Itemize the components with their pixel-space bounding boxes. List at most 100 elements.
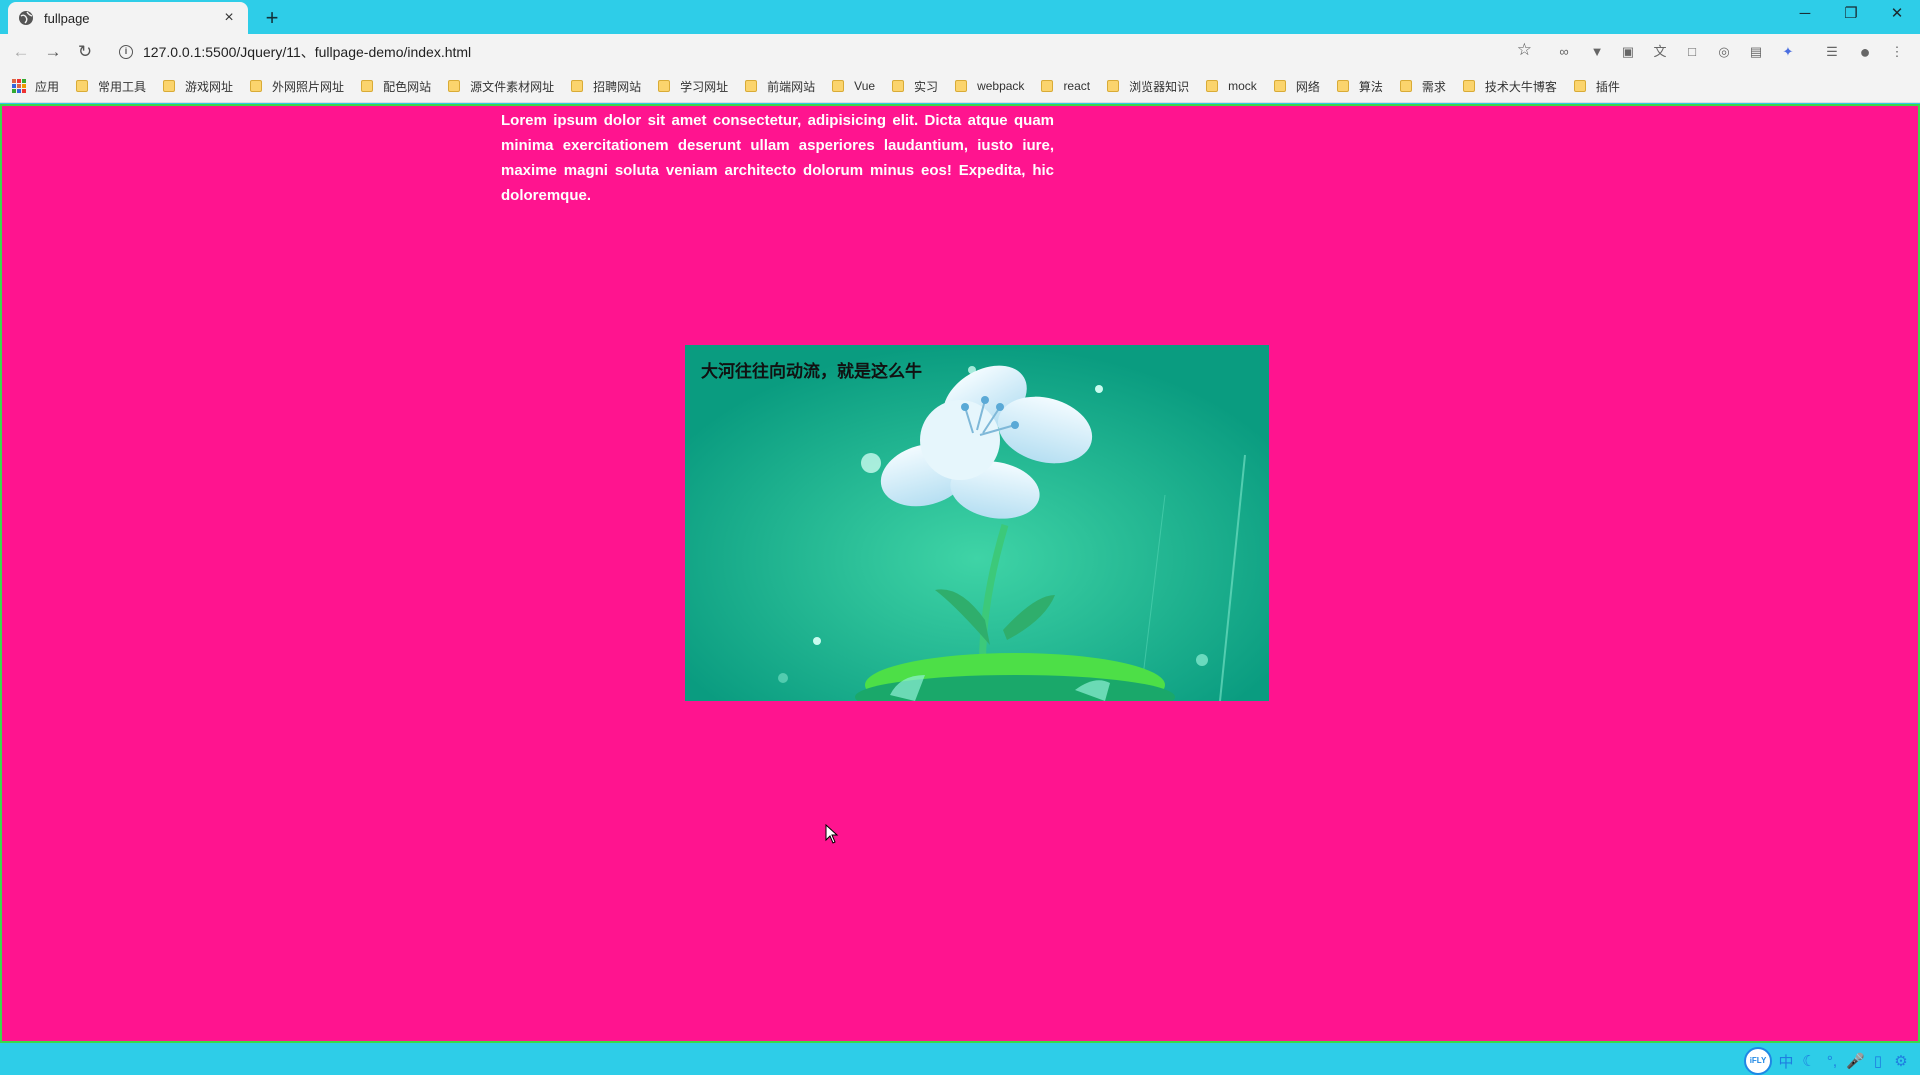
folder-icon	[448, 80, 461, 92]
folder-icon	[1206, 80, 1219, 92]
title-bar: fullpage × + ─ ❐ ✕	[0, 0, 1920, 34]
bookmark-label: 前端网站	[767, 79, 816, 94]
extension-icon-7[interactable]: ▤	[1747, 43, 1765, 61]
globe-icon	[19, 11, 33, 25]
extension-icon-3[interactable]: ▣	[1619, 43, 1637, 61]
restore-button[interactable]: ❐	[1828, 0, 1874, 30]
folder-icon	[571, 80, 584, 92]
folder-icon	[1573, 80, 1586, 92]
bookmark-folder[interactable]: react	[1041, 79, 1090, 93]
bookmark-label: Vue	[854, 79, 876, 93]
fullpage-section: Lorem ipsum dolor sit amet consectetur, …	[0, 104, 1920, 1075]
bookmark-folder[interactable]: webpack	[955, 79, 1024, 93]
bookmark-folder[interactable]: 浏览器知识	[1107, 78, 1189, 95]
minimize-button[interactable]: ─	[1782, 0, 1828, 30]
bookmark-apps[interactable]: 应用	[12, 78, 59, 95]
bookmark-label: 学习网址	[680, 79, 729, 94]
reload-button[interactable]: ↻	[73, 40, 97, 64]
extension-icon-8[interactable]: ✦	[1779, 43, 1797, 61]
folder-icon	[658, 80, 671, 92]
folder-icon	[745, 80, 758, 92]
forward-button[interactable]: →	[41, 40, 65, 64]
bookmark-folder[interactable]: 插件	[1573, 78, 1620, 95]
ime-chinese-toggle[interactable]: 中	[1777, 1051, 1795, 1072]
lorem-paragraph: Lorem ipsum dolor sit amet consectetur, …	[501, 112, 1054, 204]
bookmark-folder[interactable]: 游戏网址	[163, 78, 233, 95]
browser-toolbar: ← → ↻ i 127.0.0.1:5500/Jquery/11、fullpag…	[0, 34, 1920, 70]
apps-grid-icon	[12, 79, 26, 93]
bookmark-folder[interactable]: 网络	[1273, 78, 1320, 95]
bookmark-label: 插件	[1595, 79, 1620, 94]
back-button[interactable]: ←	[9, 40, 33, 64]
window-close-button[interactable]: ✕	[1874, 0, 1920, 30]
folder-icon	[955, 80, 968, 92]
bookmark-label: webpack	[977, 79, 1025, 93]
translate-icon[interactable]: 文	[1651, 43, 1669, 61]
bookmark-folder[interactable]: Vue	[832, 79, 875, 93]
bookmark-label: 招聘网站	[593, 79, 642, 94]
reading-list-icon[interactable]: ☰	[1823, 43, 1841, 61]
tab-close-icon[interactable]: ×	[220, 9, 238, 27]
bookmark-label: react	[1063, 79, 1091, 93]
folder-icon	[832, 80, 845, 92]
address-bar[interactable]: i 127.0.0.1:5500/Jquery/11、fullpage-demo…	[110, 38, 1540, 66]
keyboard-icon[interactable]: ▯	[1869, 1052, 1887, 1070]
tab-title: fullpage	[44, 10, 90, 26]
extension-icon-2[interactable]: ▼	[1588, 43, 1606, 61]
bookmark-label: 源文件素材网址	[470, 79, 555, 94]
bookmark-folder[interactable]: 外网照片网址	[250, 78, 344, 95]
bookmark-folder[interactable]: 配色网站	[361, 78, 431, 95]
bookmark-label: 网络	[1295, 79, 1320, 94]
folder-icon	[1336, 80, 1349, 92]
folder-icon	[163, 80, 176, 92]
extension-icon-5[interactable]: □	[1683, 43, 1701, 61]
punctuation-icon[interactable]: °,	[1823, 1053, 1841, 1070]
folder-icon	[250, 80, 263, 92]
folder-icon	[1107, 80, 1120, 92]
info-icon[interactable]: i	[119, 45, 133, 59]
ime-logo[interactable]: iFLY	[1744, 1047, 1772, 1075]
bookmark-folder[interactable]: mock	[1206, 79, 1257, 93]
bookmarks-bar: 应用 常用工具 游戏网址 外网照片网址 配色网站 源文件素材网址 招聘网站 学习…	[0, 70, 1920, 103]
bookmark-folder[interactable]: 招聘网站	[571, 78, 641, 95]
bookmark-label: 游戏网址	[185, 79, 234, 94]
ime-toolbar[interactable]: iFLY 中 ☾ °, 🎤 ▯ ⚙	[1744, 1047, 1918, 1075]
folder-icon	[1399, 80, 1412, 92]
folder-icon	[892, 80, 905, 92]
flower-illustration	[685, 345, 1269, 701]
bookmark-label: 常用工具	[98, 79, 147, 94]
folder-icon	[361, 80, 374, 92]
bookmark-folder[interactable]: 学习网址	[658, 78, 728, 95]
banner-image: 大河往往向动流，就是这么牛	[685, 345, 1269, 701]
bookmark-folder[interactable]: 需求	[1399, 78, 1446, 95]
bookmark-folder[interactable]: 实习	[892, 78, 938, 95]
microphone-icon[interactable]: 🎤	[1846, 1052, 1865, 1070]
bookmark-label: 配色网站	[383, 79, 432, 94]
bookmark-folder[interactable]: 算法	[1336, 78, 1383, 95]
bookmark-label: 浏览器知识	[1129, 79, 1190, 94]
new-tab-button[interactable]: +	[258, 4, 286, 32]
bookmark-folder[interactable]: 源文件素材网址	[448, 78, 554, 95]
bookmark-folder[interactable]: 技术大牛博客	[1462, 78, 1557, 95]
browser-tab[interactable]: fullpage ×	[8, 2, 248, 34]
moon-icon[interactable]: ☾	[1800, 1052, 1818, 1070]
folder-icon	[1462, 80, 1475, 92]
bookmark-label: 实习	[914, 79, 939, 94]
folder-icon	[1041, 80, 1054, 92]
bookmark-label: 算法	[1358, 79, 1383, 94]
gear-icon[interactable]: ⚙	[1892, 1052, 1910, 1070]
bookmark-label: 应用	[35, 79, 60, 94]
menu-icon[interactable]: ⋮	[1888, 43, 1906, 61]
bookmark-folder[interactable]: 前端网站	[745, 78, 815, 95]
bookmark-label: 外网照片网址	[272, 79, 345, 94]
bookmark-star-icon[interactable]: ☆	[1517, 40, 1532, 60]
folder-icon	[76, 80, 89, 92]
extension-icon-6[interactable]: ◎	[1715, 43, 1733, 61]
bookmark-label: mock	[1228, 79, 1257, 93]
banner-caption: 大河往往向动流，就是这么牛	[701, 362, 922, 381]
extension-icon-1[interactable]: ∞	[1555, 43, 1573, 61]
bookmark-folder[interactable]: 常用工具	[76, 78, 146, 95]
bookmark-label: 需求	[1421, 79, 1446, 94]
url-text[interactable]: 127.0.0.1:5500/Jquery/11、fullpage-demo/i…	[143, 42, 471, 62]
profile-avatar-icon[interactable]: ●	[1856, 43, 1874, 61]
